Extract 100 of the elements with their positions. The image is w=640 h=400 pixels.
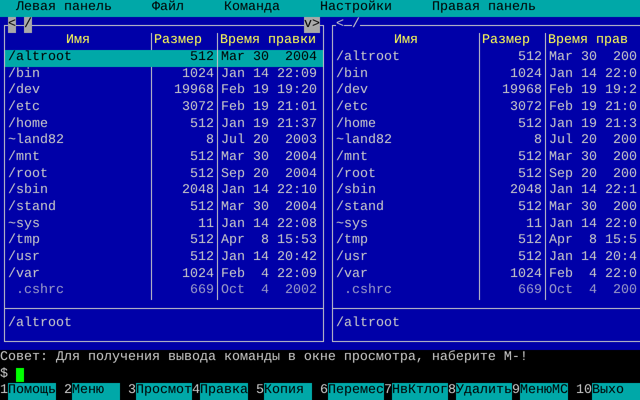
menu-item[interactable]: Файл: [152, 0, 184, 17]
file-name: /var: [335, 266, 369, 283]
file-row[interactable]: /dev 19968 Feb 19 19:2: [333, 83, 640, 100]
file-size: 512: [151, 150, 217, 167]
file-size: 669: [479, 283, 545, 300]
file-size: 512: [151, 200, 217, 217]
history-menu-button[interactable]: v>: [304, 16, 320, 34]
column-header: Размер: [479, 33, 545, 50]
function-key-button[interactable]: Выхо: [592, 383, 640, 400]
function-key-button[interactable]: МенюМС: [520, 383, 568, 400]
file-size: 8: [479, 133, 545, 150]
file-row[interactable]: /tmp 512 Apr 8 15:53: [5, 233, 323, 250]
file-date: Feb 19 21:01: [217, 100, 323, 117]
function-key-button[interactable]: Меню: [72, 383, 120, 400]
file-name: /tmp: [7, 233, 41, 250]
file-date: Mar 30 2004: [217, 150, 323, 167]
file-row[interactable]: /var 1024 Feb 4 22:0: [333, 266, 640, 284]
file-row[interactable]: /sbin 2048 Jan 14 22:10: [5, 183, 323, 200]
file-date: Jan 14 22:1: [545, 183, 640, 200]
file-size: 1024: [479, 66, 545, 84]
file-size: 512: [479, 116, 545, 134]
function-key-button[interactable]: Удалить: [456, 383, 512, 400]
file-row[interactable]: /root 512 Sep 20 200: [333, 166, 640, 184]
file-name: ~land82: [335, 133, 393, 150]
file-row[interactable]: /altroot 512 Mar 30 200: [333, 50, 640, 67]
function-key-button[interactable]: Копия: [264, 383, 312, 400]
file-row[interactable]: /home 512 Jan 19 21:3: [333, 116, 640, 134]
file-size: 512: [479, 200, 545, 217]
file-row[interactable]: /bin 1024 Jan 14 22:0: [333, 66, 640, 84]
file-row[interactable]: /stand 512 Mar 30 2004: [5, 200, 323, 217]
file-row[interactable]: ~sys 11 Jan 14 22:0: [333, 216, 640, 234]
function-key-button[interactable]: Перемес: [328, 383, 384, 400]
file-date: Jan 19 21:3: [545, 116, 640, 134]
file-row[interactable]: /bin 1024 Jan 14 22:09: [5, 66, 323, 84]
file-date: Feb 4 22:09: [217, 266, 323, 284]
file-row[interactable]: /stand 512 Mar 30 200: [333, 200, 640, 217]
menu-item[interactable]: Правая панель: [432, 0, 536, 17]
menu-item[interactable]: Настройки: [320, 0, 392, 17]
hint-text: Совет: Для получения вывода команды в окне просмотра, наберите M-!: [0, 350, 528, 365]
file-name: /altroot: [335, 50, 401, 67]
file-name: /stand: [7, 200, 57, 217]
file-size: 669: [151, 283, 217, 300]
file-row[interactable]: /etc 3072 Feb 19 21:01: [5, 100, 323, 117]
file-size: 1024: [151, 266, 217, 284]
file-name: /home: [335, 116, 377, 133]
column-header: Время прав: [545, 33, 640, 50]
menu-item[interactable]: Команда: [224, 0, 280, 17]
file-row[interactable]: ~land82 8 Jul 20 200: [333, 133, 640, 150]
file-row[interactable]: /etc 3072 Feb 19 21:0: [333, 100, 640, 117]
file-size: 512: [151, 233, 217, 250]
file-date: Sep 20 2004: [217, 166, 323, 184]
current-file-path: /altroot: [8, 316, 72, 332]
file-name: /var: [7, 266, 41, 283]
file-name: /etc: [7, 100, 41, 117]
history-back-button[interactable]: <: [8, 16, 16, 34]
file-row[interactable]: /var 1024 Feb 4 22:09: [5, 266, 323, 284]
file-size: 512: [151, 166, 217, 184]
file-name: /root: [335, 166, 377, 183]
file-date: Jan 14 22:08: [217, 216, 323, 234]
file-name: /home: [7, 116, 49, 133]
file-size: 512: [151, 250, 217, 267]
panel-path: /: [24, 16, 32, 34]
file-row[interactable]: .cshrc 669 Oct 4 2002: [5, 283, 323, 300]
file-row[interactable]: /tmp 512 Apr 8 15:5: [333, 233, 640, 250]
file-date: Mar 30 200: [545, 150, 640, 167]
file-row[interactable]: /mnt 512 Mar 30 2004: [5, 150, 323, 167]
file-size: 512: [479, 166, 545, 184]
function-key-number: 5: [256, 383, 264, 400]
file-row[interactable]: /altroot 512 Mar 30 2004: [5, 50, 323, 67]
current-file-path: /altroot: [336, 316, 400, 332]
file-row[interactable]: /mnt 512 Mar 30 200: [333, 150, 640, 167]
text-cursor: [16, 368, 24, 382]
file-date: Feb 19 19:20: [217, 83, 323, 100]
function-key-button[interactable]: НвКтлог: [392, 383, 448, 400]
file-date: Mar 30 200: [545, 50, 640, 67]
file-row[interactable]: /usr 512 Jan 14 20:42: [5, 250, 323, 266]
file-row[interactable]: /dev 19968 Feb 19 19:20: [5, 83, 323, 100]
function-key-number: 2: [64, 383, 72, 400]
file-row[interactable]: ~sys 11 Jan 14 22:08: [5, 216, 323, 234]
menu-item[interactable]: Левая панель: [16, 0, 112, 17]
file-date: Apr 8 15:53: [217, 233, 323, 250]
file-date: Sep 20 200: [545, 166, 640, 184]
file-date: Mar 30 200: [545, 200, 640, 217]
function-key-button[interactable]: Правка: [200, 383, 248, 400]
file-row[interactable]: /sbin 2048 Jan 14 22:1: [333, 183, 640, 200]
file-row[interactable]: /root 512 Sep 20 2004: [5, 166, 323, 184]
file-row[interactable]: ~land82 8 Jul 20 2003: [5, 133, 323, 150]
file-date: Feb 4 22:0: [545, 266, 640, 284]
file-row[interactable]: .cshrc 669 Oct 4 200: [333, 283, 640, 300]
file-row[interactable]: /home 512 Jan 19 21:37: [5, 116, 323, 134]
function-key-button[interactable]: Помощь: [8, 383, 56, 400]
file-name: ~sys: [335, 216, 369, 233]
file-date: Jul 20 2003: [217, 133, 323, 150]
file-name: /root: [7, 166, 49, 183]
file-size: 512: [479, 233, 545, 250]
function-key-button[interactable]: Просмот: [136, 383, 192, 400]
file-size: 3072: [151, 100, 217, 117]
file-size: 19968: [479, 83, 545, 100]
file-row[interactable]: /usr 512 Jan 14 20:4: [333, 250, 640, 266]
file-date: Mar 30 2004: [217, 200, 323, 217]
